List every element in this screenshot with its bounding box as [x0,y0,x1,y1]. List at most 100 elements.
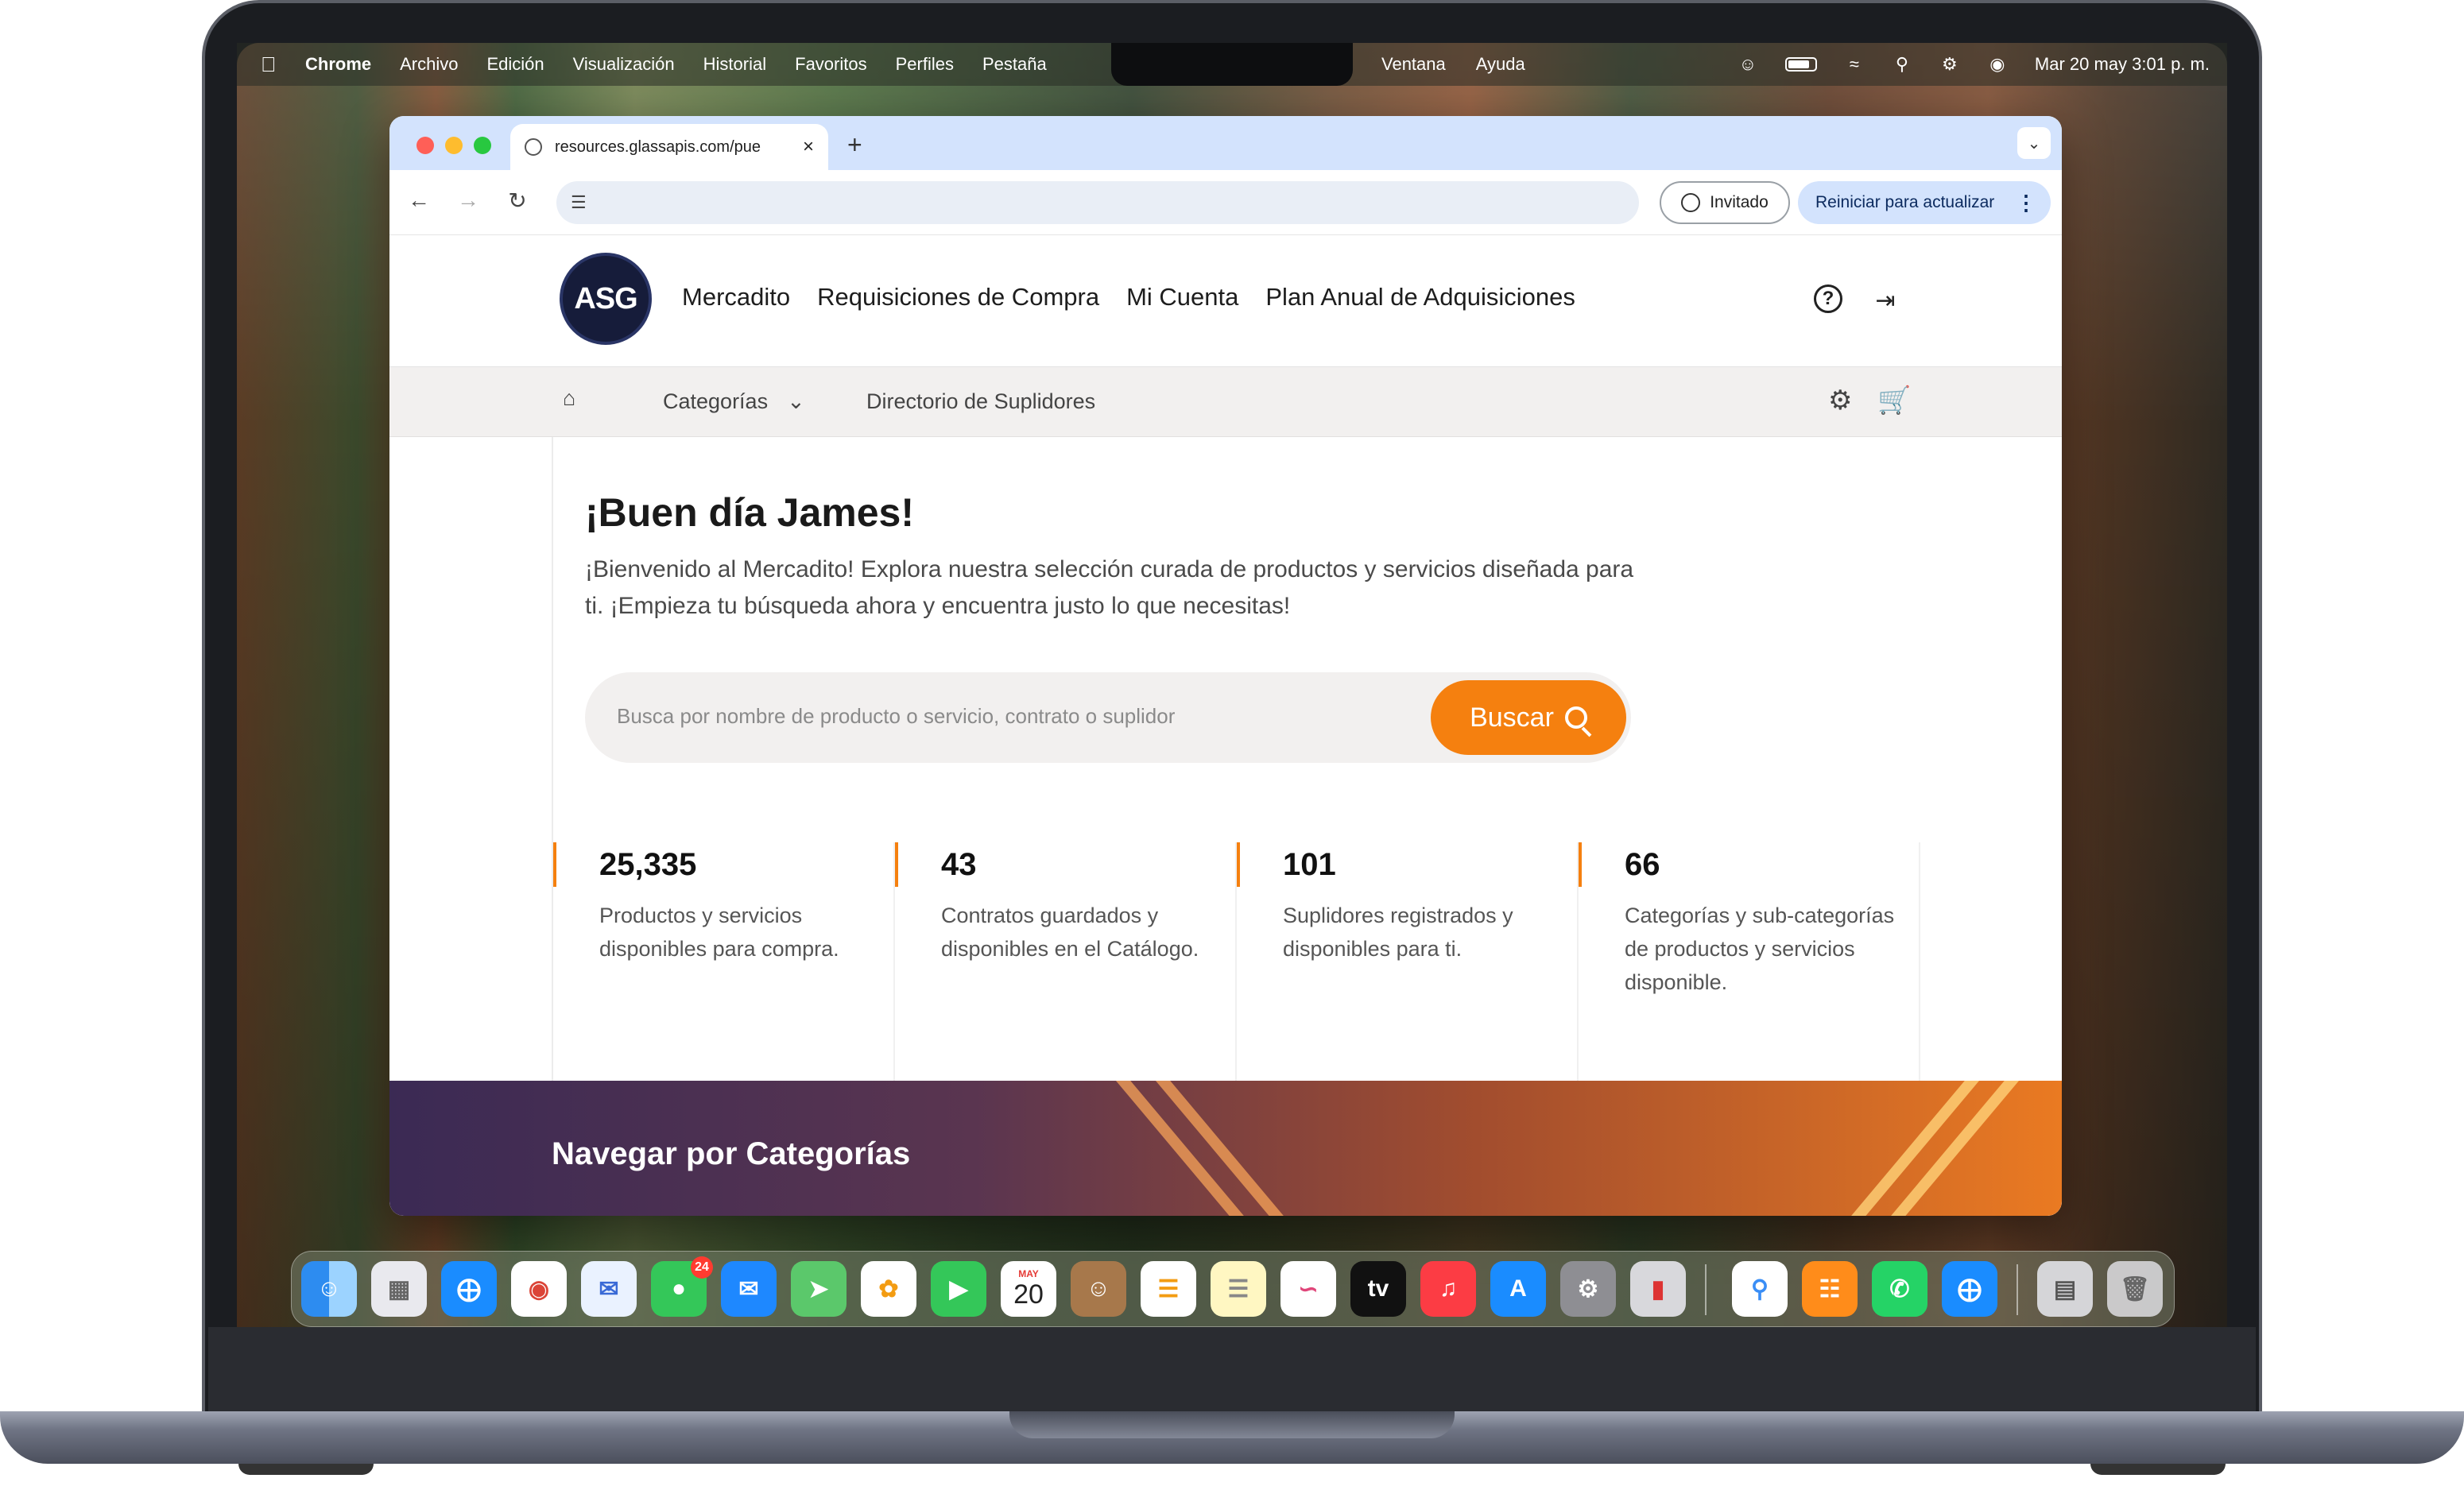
siri-icon[interactable]: ◉ [1987,54,2008,74]
nav-mercadito[interactable]: Mercadito [682,283,790,312]
forward-arrow-icon[interactable]: → [453,188,483,213]
relaunch-label: Reiniciar para actualizar [1815,193,1995,211]
zoom-window-button[interactable] [474,137,491,154]
stat-description: Productos y servicios disponibles para c… [599,904,839,961]
stat-contracts: 43 Contratos guardados y disponibles en … [895,842,1237,1081]
stat-accent-bar [895,842,898,887]
search-button[interactable]: Buscar [1431,680,1626,755]
address-bar[interactable]: ☰ [556,181,1639,224]
gear-icon[interactable]: ⚙ [1828,385,1852,416]
nav-requisiciones[interactable]: Requisiciones de Compra [817,283,1099,312]
back-arrow-icon[interactable]: ← [404,188,434,213]
safari-icon[interactable]: ⨁ [441,1261,497,1317]
user-account-icon[interactable]: ☺ [1738,54,1758,74]
nav-plan-anual[interactable]: Plan Anual de Adquisiciones [1265,283,1575,312]
iphone-mirroring-icon[interactable]: ▮ [1630,1261,1686,1317]
music-icon[interactable]: ♫ [1420,1261,1476,1317]
menu-help[interactable]: Ayuda [1476,54,1525,75]
laptop-foot [238,1464,374,1475]
menubar-clock[interactable]: Mar 20 may 3:01 p. m. [2035,54,2210,75]
apple-menu-icon[interactable]:  [261,52,285,77]
keychain-icon[interactable]: ⚲ [1732,1261,1788,1317]
stat-description: Suplidores registrados y disponibles par… [1283,904,1513,961]
menu-file[interactable]: Archivo [400,54,458,75]
reload-icon[interactable]: ↻ [502,188,533,214]
logout-icon[interactable]: ⇥ [1869,284,1901,316]
menu-edit[interactable]: Edición [486,54,544,75]
menu-bookmarks[interactable]: Favoritos [795,54,866,75]
search-input[interactable]: Busca por nombre de producto o servicio,… [617,704,1175,729]
tab-search-chevron-icon[interactable]: ⌄ [2017,127,2051,159]
close-tab-icon[interactable]: × [803,136,814,158]
relaunch-update-button[interactable]: Reiniciar para actualizar ⋮ [1798,181,2051,224]
chrome-icon[interactable]: ◉ [511,1261,567,1317]
whatsapp-icon[interactable]: ✆ [1872,1261,1927,1317]
cart-icon[interactable]: 🛒 [1877,385,1911,416]
stats-row: 25,335 Productos y servicios disponibles… [553,842,1920,1081]
control-center-icon[interactable]: ⚙ [1939,54,1960,74]
maps-icon[interactable]: ➤ [791,1261,847,1317]
browser-toolbar: ← → ↻ ☰ Invitado Reiniciar para actualiz… [389,170,2062,235]
home-icon[interactable]: ⌂ [563,386,575,411]
menu-window[interactable]: Ventana [1381,54,1446,75]
help-icon[interactable]: ? [1814,284,1842,313]
freeform-icon[interactable]: ∽ [1280,1261,1336,1317]
guest-profile-button[interactable]: Invitado [1660,181,1790,224]
categories-dropdown[interactable]: Categorías ⌄ [663,389,805,414]
safari-web-app-icon[interactable]: ⨁ [1942,1261,1997,1317]
battery-icon[interactable] [1784,57,1817,72]
close-window-button[interactable] [416,137,434,154]
tab-strip: resources.glassapis.com/pue × + ⌄ [389,116,2062,170]
dock: ☺ ▦ ⨁ ◉ ✉ ● 24 ✉ ➤ ✿ ▶ MAY 20 ☺ ☰ ☰ ∽ tv… [291,1251,2175,1327]
browser-window: resources.glassapis.com/pue × + ⌄ ← → ↻ … [389,116,2062,1216]
decorative-stripe [1869,1081,2021,1216]
window-controls [416,137,491,154]
trash-icon[interactable]: 🗑 [2107,1261,2163,1317]
books-icon[interactable]: ☷ [1802,1261,1858,1317]
calendar-icon[interactable]: MAY 20 [1001,1261,1056,1317]
photos-icon[interactable]: ✿ [861,1261,916,1317]
downloads-stack-icon[interactable]: ▤ [2037,1261,2093,1317]
mail-icon[interactable]: ✉ [721,1261,777,1317]
wifi-icon[interactable]: ≈ [1844,54,1865,74]
notes-icon[interactable]: ☰ [1211,1261,1266,1317]
stat-accent-bar [553,842,556,887]
welcome-text: ¡Bienvenido al Mercadito! Explora nuestr… [585,556,1634,619]
categories-heading: Navegar por Categorías [552,1136,911,1171]
web-page: ASG Mercadito Requisiciones de Compra Mi… [389,235,2062,1216]
app-store-icon[interactable]: A [1490,1261,1546,1317]
notification-badge: 24 [691,1256,713,1279]
nav-mi-cuenta[interactable]: Mi Cuenta [1126,283,1238,312]
stat-description: Contratos guardados y disponibles en el … [941,904,1199,961]
menu-profiles[interactable]: Perfiles [896,54,954,75]
stat-suppliers: 101 Suplidores registrados y disponibles… [1237,842,1579,1081]
main-nav: Mercadito Requisiciones de Compra Mi Cue… [682,283,1575,312]
finder-icon[interactable]: ☺ [301,1261,357,1317]
minimize-window-button[interactable] [445,137,463,154]
site-settings-icon[interactable]: ☰ [571,192,587,213]
chevron-down-icon: ⌄ [787,389,805,413]
stat-value: 25,335 [599,847,697,882]
system-settings-icon[interactable]: ⚙ [1560,1261,1616,1317]
menu-tab[interactable]: Pestaña [982,54,1047,75]
launchpad-icon[interactable]: ▦ [371,1261,427,1317]
categories-banner: Navegar por Categorías [389,1081,2062,1216]
dock-separator [1705,1264,1707,1315]
mail-alt-icon[interactable]: ✉ [581,1261,637,1317]
messages-icon[interactable]: ● 24 [651,1256,713,1317]
menu-app-name[interactable]: Chrome [305,54,371,75]
facetime-icon[interactable]: ▶ [931,1261,986,1317]
contacts-icon[interactable]: ☺ [1071,1261,1126,1317]
reminders-icon[interactable]: ☰ [1141,1261,1196,1317]
spotlight-search-icon[interactable]: ⚲ [1892,54,1912,74]
supplier-directory-link[interactable]: Directorio de Suplidores [866,389,1095,414]
search-button-label: Buscar [1470,702,1554,733]
asg-logo[interactable]: ASG [560,253,652,345]
more-menu-icon[interactable]: ⋮ [2016,191,2036,215]
browser-tab[interactable]: resources.glassapis.com/pue × [510,124,828,170]
stat-value: 101 [1283,847,1336,882]
apple-tv-icon[interactable]: tv [1350,1261,1406,1317]
menu-history[interactable]: Historial [703,54,766,75]
new-tab-icon[interactable]: + [847,130,862,160]
menu-view[interactable]: Visualización [573,54,675,75]
